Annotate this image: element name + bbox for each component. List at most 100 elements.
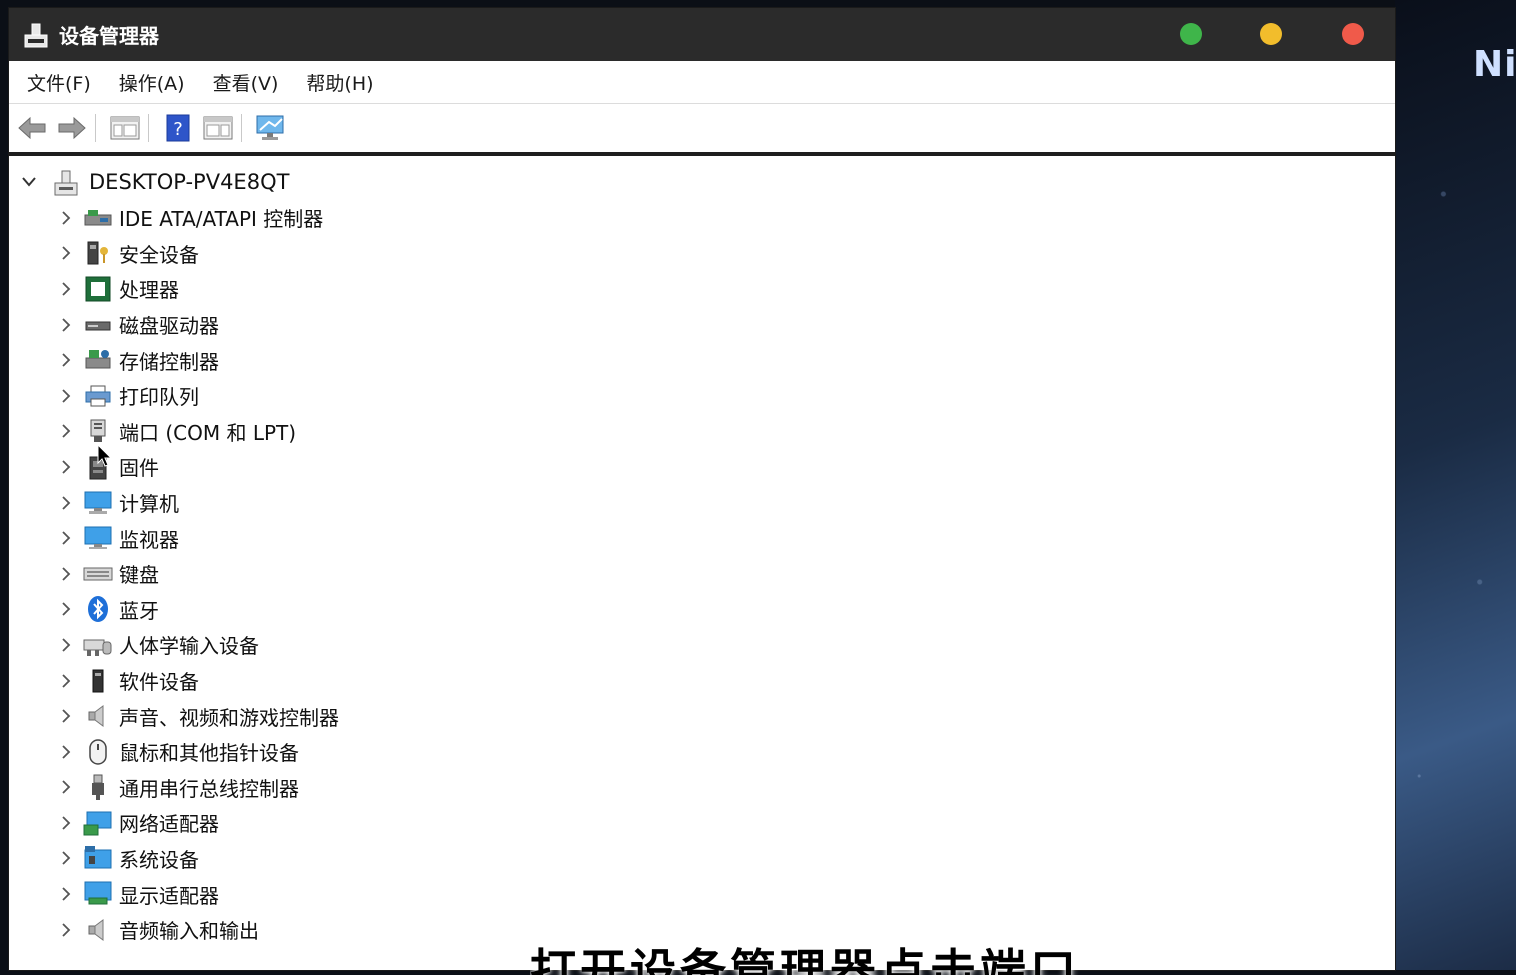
usb-icon <box>83 773 113 801</box>
chevron-right-icon[interactable] <box>57 245 75 261</box>
tree-item[interactable]: 通用串行总线控制器 <box>9 770 1395 806</box>
chevron-right-icon[interactable] <box>57 459 75 475</box>
mouse-cursor-icon <box>97 444 113 467</box>
chevron-right-icon[interactable] <box>57 317 75 333</box>
tree-item[interactable]: 网络适配器 <box>9 805 1395 841</box>
tree-item-label: 鼠标和其他指针设备 <box>119 741 299 766</box>
tree-item[interactable]: 人体学输入设备 <box>9 627 1395 663</box>
chevron-right-icon[interactable] <box>57 779 75 795</box>
device-manager-app-icon <box>23 21 49 49</box>
chevron-right-icon[interactable] <box>57 530 75 546</box>
tree-item[interactable]: 端口 (COM 和 LPT) <box>9 414 1395 450</box>
tree-item-label: 蓝牙 <box>119 598 159 623</box>
tree-item[interactable]: 系统设备 <box>9 841 1395 877</box>
chevron-right-icon[interactable] <box>57 850 75 866</box>
mouse-icon <box>83 738 113 766</box>
maximize-button[interactable] <box>1180 23 1202 45</box>
port-icon <box>83 417 113 445</box>
storage-controller-icon <box>83 346 113 374</box>
network-adapter-icon <box>83 809 113 837</box>
forward-button[interactable] <box>55 111 89 145</box>
chevron-right-icon[interactable] <box>57 352 75 368</box>
audio-io-icon <box>83 916 113 944</box>
tree-item-label: 端口 (COM 和 LPT) <box>119 420 297 445</box>
back-arrow-icon <box>18 116 46 140</box>
close-button[interactable] <box>1342 23 1364 45</box>
help-button[interactable]: ? <box>161 111 195 145</box>
tree-item[interactable]: 蓝牙 <box>9 592 1395 628</box>
tree-item[interactable]: 打印队列 <box>9 378 1395 414</box>
display-adapter-icon <box>83 880 113 908</box>
desktop-text: Ni <box>1473 44 1516 85</box>
tree-item-label: 软件设备 <box>119 670 199 695</box>
chevron-right-icon[interactable] <box>57 922 75 938</box>
chevron-right-icon[interactable] <box>57 673 75 689</box>
toolbar: ? <box>9 104 1395 156</box>
tree-item-label: 人体学输入设备 <box>119 634 259 659</box>
tree-item[interactable]: 固件 <box>9 449 1395 485</box>
menu-action[interactable]: 操作(A) <box>119 69 185 96</box>
tree-item[interactable]: 处理器 <box>9 271 1395 307</box>
security-device-icon <box>83 239 113 267</box>
speaker-icon <box>83 702 113 730</box>
toolbar-separator <box>95 114 96 142</box>
title-bar[interactable]: 设备管理器 <box>9 8 1395 61</box>
tree-item-label: 音频输入和输出 <box>119 919 259 944</box>
menu-help[interactable]: 帮助(H) <box>306 69 373 96</box>
show-action-pane-button[interactable] <box>201 111 235 145</box>
tree-item[interactable]: 存储控制器 <box>9 342 1395 378</box>
tree-item[interactable]: 安全设备 <box>9 236 1395 272</box>
subtitle-caption: 打开设备管理器点击端口 <box>530 944 1080 975</box>
tree-item[interactable]: 键盘 <box>9 556 1395 592</box>
ide-controller-icon <box>83 204 113 232</box>
chevron-right-icon[interactable] <box>57 281 75 297</box>
chevron-right-icon[interactable] <box>57 495 75 511</box>
tree-item[interactable]: 磁盘驱动器 <box>9 307 1395 343</box>
desktop-background: Ni <box>1395 0 1516 970</box>
printer-icon <box>83 382 113 410</box>
tree-item-label: 监视器 <box>119 527 179 552</box>
chevron-right-icon[interactable] <box>57 708 75 724</box>
tree-item-label: 系统设备 <box>119 847 199 872</box>
monitor-scan-icon <box>256 115 284 140</box>
scan-hardware-button[interactable] <box>254 111 288 145</box>
tree-item[interactable]: IDE ATA/ATAPI 控制器 <box>9 200 1395 236</box>
tree-item[interactable]: 声音、视频和游戏控制器 <box>9 698 1395 734</box>
chevron-right-icon[interactable] <box>57 886 75 902</box>
chevron-right-icon[interactable] <box>57 566 75 582</box>
minimize-button[interactable] <box>1260 23 1282 45</box>
device-manager-window: 设备管理器 文件(F) 操作(A) 查看(V) 帮助(H) ? DESKTOP-… <box>9 8 1395 970</box>
tree-item-label: IDE ATA/ATAPI 控制器 <box>119 207 324 232</box>
menu-view[interactable]: 查看(V) <box>213 69 279 96</box>
svg-text:?: ? <box>173 119 183 140</box>
hid-icon <box>83 631 113 659</box>
chevron-right-icon[interactable] <box>57 637 75 653</box>
menu-bar: 文件(F) 操作(A) 查看(V) 帮助(H) <box>9 61 1395 104</box>
tree-item-label: 键盘 <box>119 563 159 588</box>
monitor-icon <box>83 524 113 552</box>
chevron-right-icon[interactable] <box>57 601 75 617</box>
tree-item-label: 网络适配器 <box>119 812 219 837</box>
window-title: 设备管理器 <box>59 24 159 48</box>
menu-file[interactable]: 文件(F) <box>27 69 91 96</box>
tree-item[interactable]: 软件设备 <box>9 663 1395 699</box>
chevron-right-icon[interactable] <box>57 744 75 760</box>
chevron-down-icon[interactable] <box>21 176 47 188</box>
computer-root-icon <box>51 167 81 197</box>
tree-item[interactable]: 计算机 <box>9 485 1395 521</box>
chevron-right-icon[interactable] <box>57 815 75 831</box>
processor-icon <box>83 275 113 303</box>
back-button[interactable] <box>15 111 49 145</box>
show-hide-console-tree-button[interactable] <box>108 111 142 145</box>
tree-item[interactable]: 监视器 <box>9 520 1395 556</box>
chevron-right-icon[interactable] <box>57 388 75 404</box>
tree-item-label: 安全设备 <box>119 242 199 267</box>
chevron-right-icon[interactable] <box>57 423 75 439</box>
tree-item-label: 处理器 <box>119 278 179 303</box>
tree-item[interactable]: 显示适配器 <box>9 876 1395 912</box>
software-device-icon <box>83 667 113 695</box>
tree-item[interactable]: 鼠标和其他指针设备 <box>9 734 1395 770</box>
tree-root[interactable]: DESKTOP-PV4E8QT <box>9 164 1395 200</box>
chevron-right-icon[interactable] <box>57 210 75 226</box>
console-tree-icon <box>110 116 140 140</box>
